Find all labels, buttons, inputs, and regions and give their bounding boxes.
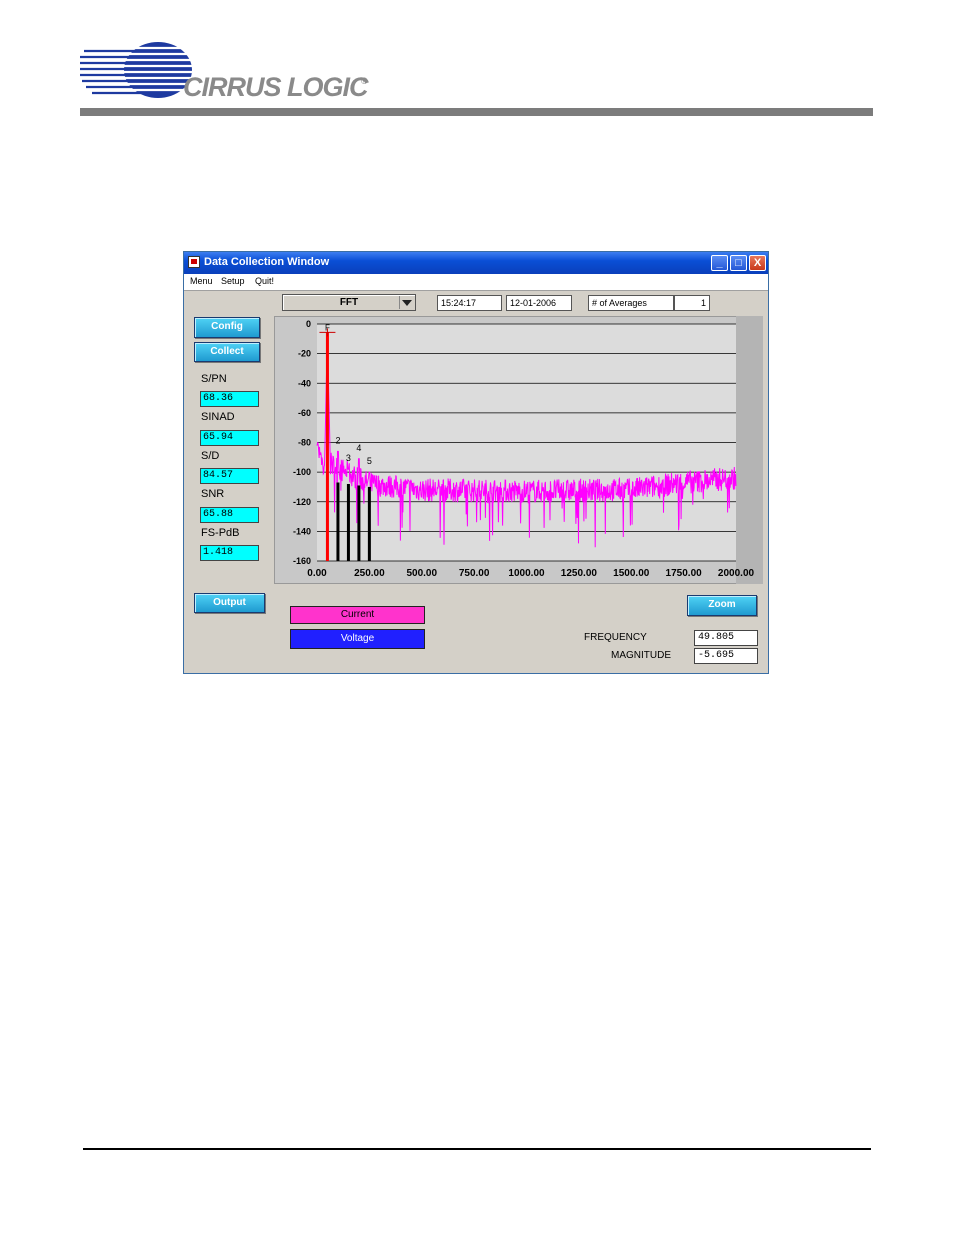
- legend-voltage-button[interactable]: Voltage: [290, 629, 425, 649]
- y-tick-label: 0: [306, 319, 311, 329]
- zoom-button[interactable]: Zoom: [687, 595, 757, 616]
- magnitude-label: MAGNITUDE: [611, 650, 671, 661]
- spn-label: S/PN: [201, 373, 227, 385]
- x-tick-label: 1750.00: [666, 568, 703, 579]
- y-tick-label: -120: [293, 497, 311, 507]
- analysis-mode-select[interactable]: FFT: [282, 294, 416, 311]
- snr-value: 65.88: [200, 507, 259, 523]
- title-bar[interactable]: Data Collection Window _ □ X: [184, 252, 768, 274]
- x-tick-label: 1250.00: [561, 568, 598, 579]
- x-tick-label: 750.00: [459, 568, 490, 579]
- chevron-down-icon[interactable]: [399, 296, 413, 309]
- fspdb-label: FS-PdB: [201, 527, 240, 539]
- menu-bar: Menu Setup Quit!: [184, 274, 768, 291]
- harmonic-label: 4: [356, 443, 361, 453]
- sd-label: S/D: [201, 450, 220, 462]
- cirrus-logo-icon: [80, 42, 192, 98]
- fundamental-label: F: [325, 323, 330, 332]
- frequency-value: 49.805: [694, 630, 758, 646]
- harmonic-bar: [367, 486, 371, 561]
- snr-label: SNR: [201, 488, 225, 500]
- x-tick-label: 1000.00: [508, 568, 545, 579]
- header-divider: [80, 108, 873, 116]
- collect-button[interactable]: Collect: [194, 342, 260, 362]
- footer-divider: [83, 1148, 871, 1150]
- date-field: 12-01-2006: [506, 295, 572, 311]
- averages-label: # of Averages: [588, 295, 674, 311]
- registered-mark: ®: [361, 76, 368, 86]
- x-tick-label: 1500.00: [613, 568, 650, 579]
- harmonic-label: 5: [367, 456, 372, 466]
- time-field: 15:24:17: [437, 295, 502, 311]
- averages-input[interactable]: 1: [674, 295, 710, 311]
- y-tick-label: -100: [293, 467, 311, 477]
- y-tick-label: -20: [298, 349, 311, 359]
- magnitude-value: -5.695: [694, 648, 758, 664]
- data-collection-window: Data Collection Window _ □ X Menu Setup …: [183, 251, 769, 674]
- legend-current-button[interactable]: Current: [290, 606, 425, 624]
- window-title: Data Collection Window: [204, 256, 330, 268]
- y-tick-label: -140: [293, 526, 311, 536]
- menu-item-quit[interactable]: Quit!: [255, 276, 274, 286]
- y-tick-label: -60: [298, 408, 311, 418]
- y-tick-label: -160: [293, 556, 311, 566]
- close-button[interactable]: X: [749, 255, 766, 271]
- x-tick-label: 250.00: [354, 568, 385, 579]
- harmonic-bar: [346, 483, 350, 561]
- x-tick-label: 500.00: [406, 568, 437, 579]
- output-button[interactable]: Output: [194, 593, 265, 613]
- sinad-label: SINAD: [201, 411, 235, 423]
- frequency-label: FREQUENCY: [584, 632, 647, 643]
- fundamental-bar: [325, 332, 329, 561]
- menu-item-setup[interactable]: Setup: [221, 276, 245, 286]
- spn-value: 68.36: [200, 391, 259, 407]
- brand-name: CIRRUS LOGIC: [183, 72, 369, 102]
- y-tick-label: -80: [298, 438, 311, 448]
- harmonic-bar: [336, 482, 340, 561]
- app-icon: [188, 256, 200, 268]
- config-button[interactable]: Config: [194, 317, 260, 338]
- harmonic-bar: [357, 485, 361, 561]
- maximize-button[interactable]: □: [730, 255, 747, 271]
- x-tick-label: 2000.00: [718, 568, 755, 579]
- plot-right-margin: [736, 316, 763, 584]
- harmonic-label: 3: [346, 453, 351, 463]
- y-tick-label: -40: [298, 378, 311, 388]
- fspdb-value: 1.418: [200, 545, 259, 561]
- x-tick-label: 0.00: [307, 568, 327, 579]
- minimize-button[interactable]: _: [711, 255, 728, 271]
- sinad-value: 65.94: [200, 430, 259, 446]
- harmonic-label: 2: [335, 435, 340, 445]
- sd-value: 84.57: [200, 468, 259, 484]
- fft-chart[interactable]: 0 -20 -40 -60 -80 -100 -120 -140 -160 0.00 250.00…: [274, 316, 763, 584]
- analysis-mode-value: FFT: [339, 297, 359, 308]
- menu-item-menu[interactable]: Menu: [190, 276, 213, 286]
